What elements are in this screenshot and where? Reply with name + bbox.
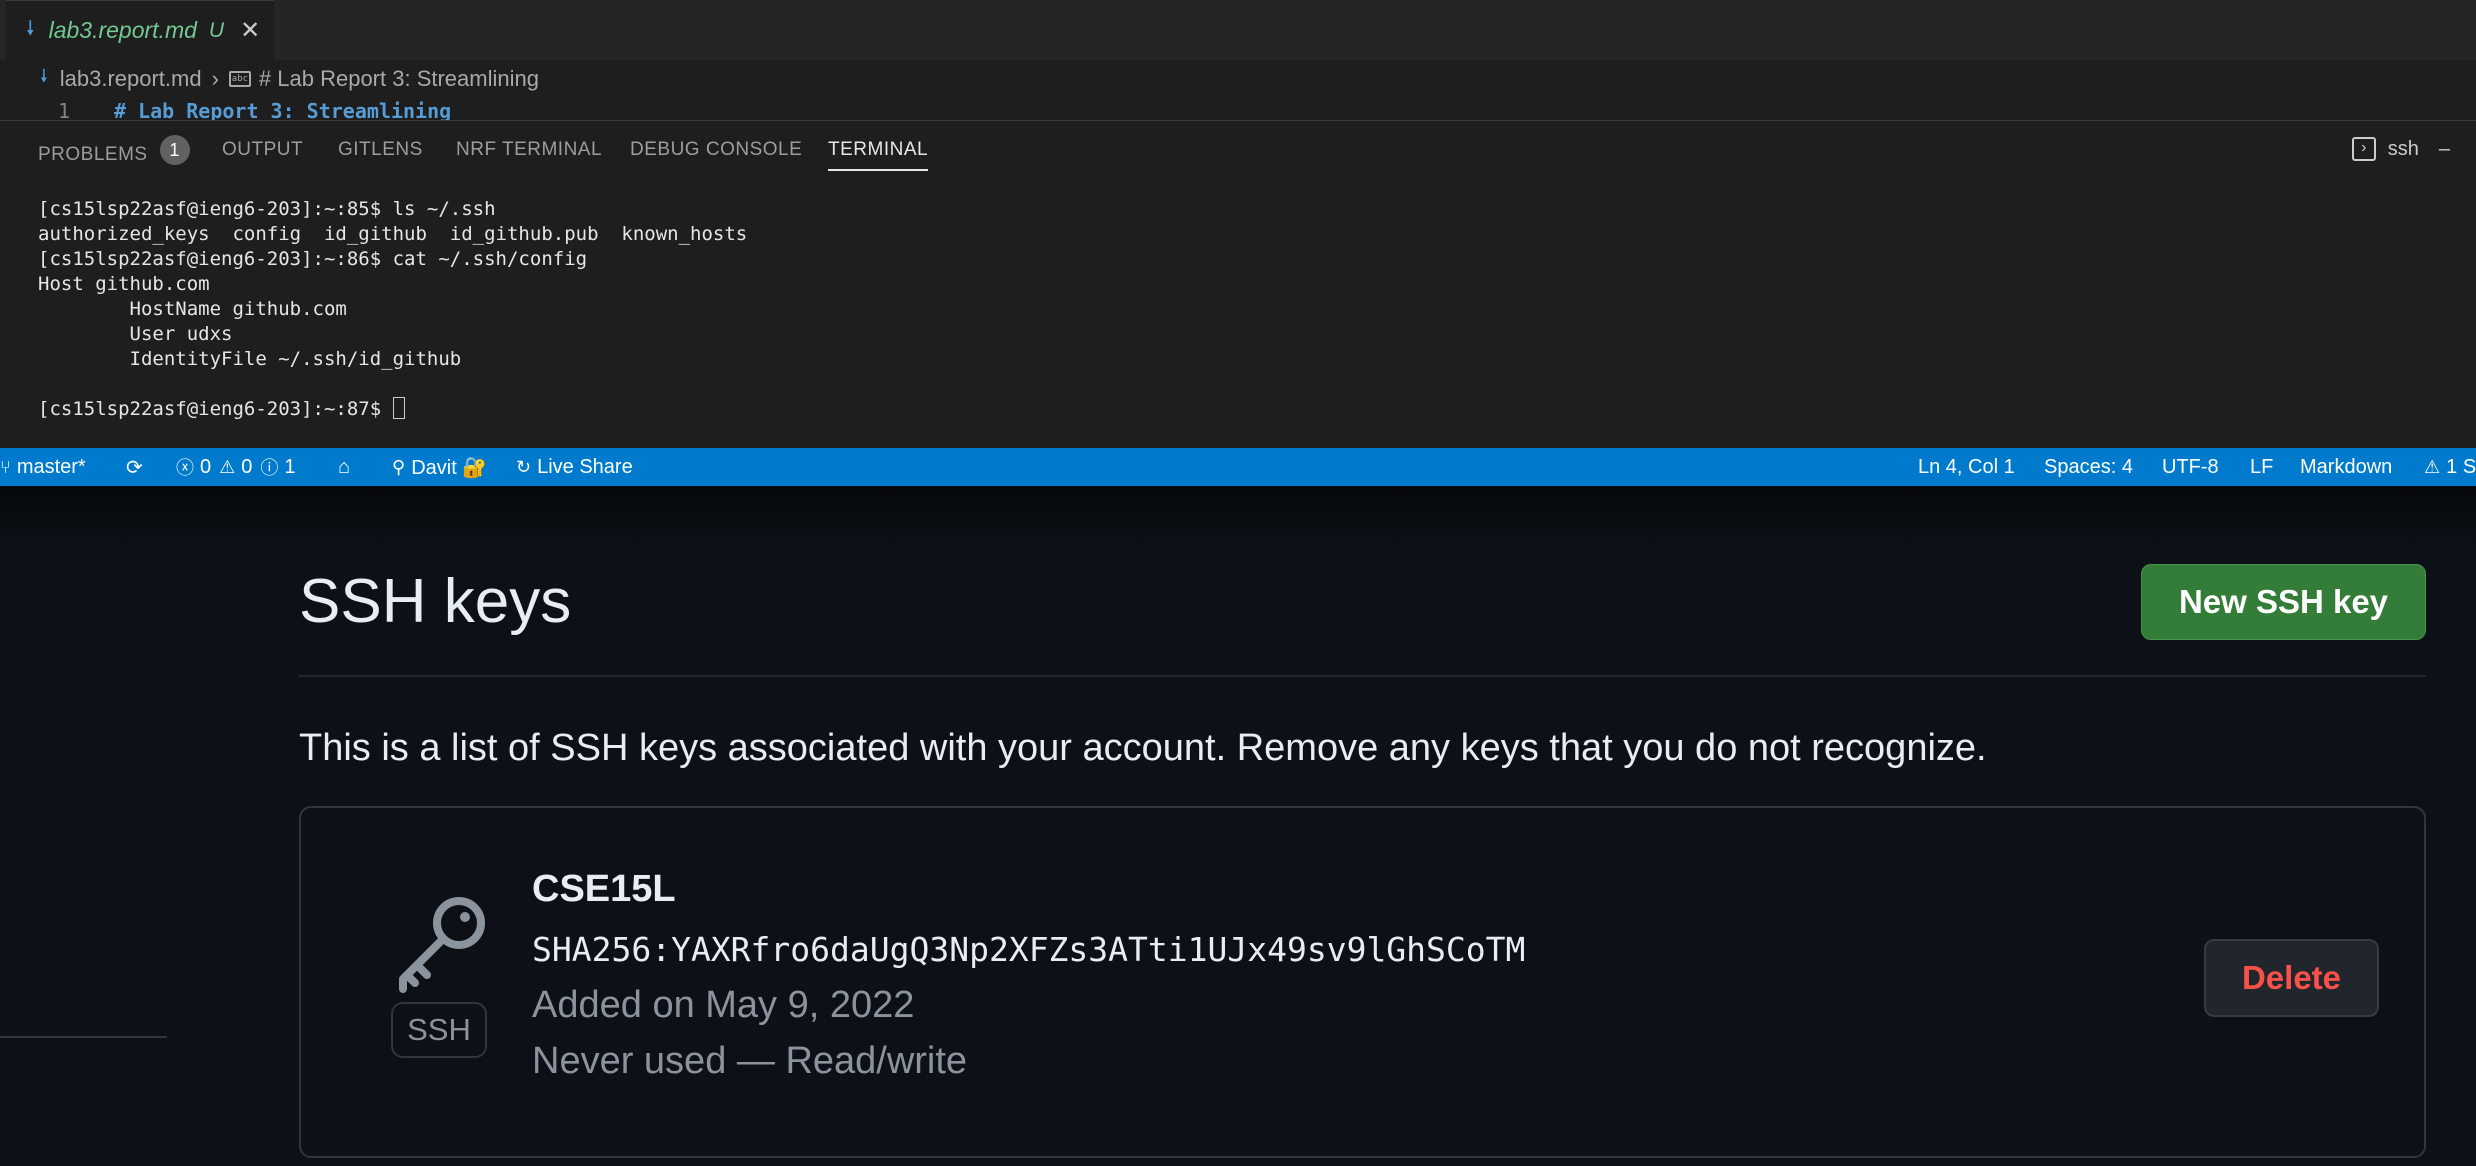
breadcrumb: 🠗 lab3.report.md › abc # Lab Report 3: S… [0, 60, 2476, 98]
end-of-line[interactable]: LF [2250, 448, 2273, 486]
breadcrumb-file[interactable]: lab3.report.md [60, 66, 202, 92]
new-ssh-key-button[interactable]: New SSH key [2141, 564, 2426, 640]
bottom-panel: PROBLEMS 1 OUTPUT GITLENS NRF TERMINAL DE… [0, 120, 2476, 448]
close-icon[interactable]: ✕ [240, 16, 260, 45]
terminal-line: HostName github.com [38, 298, 347, 320]
ssh-key-card: SSH CSE15L SHA256:YAXRfro6daUgQ3Np2XFZs3… [299, 806, 2426, 1158]
home-icon[interactable]: ⌂ [338, 448, 350, 486]
live-share-button[interactable]: ↻ Live Share [516, 448, 633, 486]
terminal-cursor [392, 397, 405, 419]
vscode-window: 🠗 lab3.report.md U ✕ 🠗 lab3.report.md › … [0, 0, 2476, 486]
minus-icon[interactable]: – [2439, 138, 2450, 161]
code-text[interactable]: # Lab Report 3: Streamlining [114, 98, 451, 120]
user-icon: ⚲ [392, 456, 406, 477]
editor-line[interactable]: 1 # Lab Report 3: Streamlining [0, 98, 2476, 120]
editor-tab[interactable]: 🠗 lab3.report.md U ✕ [6, 0, 274, 60]
tab-nrf-terminal[interactable]: NRF TERMINAL [456, 139, 602, 161]
warning-icon: ⚠ [2424, 456, 2441, 477]
terminal-line: IdentityFile ~/.ssh/id_github [38, 348, 462, 370]
indentation[interactable]: Spaces: 4 [2044, 448, 2133, 486]
status-bar: ⑂ master* ⟳ ⓧ 0 ⚠ 0 ⓘ 1 ⌂ ⚲ Davit 🔐 ↻ Live Sha… [0, 448, 2476, 486]
terminal-line: [cs15lsp22asf@ieng6-203]:~:85$ ls ~/.ssh [38, 198, 496, 220]
notification-text: 1 S [2446, 455, 2476, 478]
terminal-selector[interactable]: › ssh – [2351, 137, 2450, 161]
info-icon: ⓘ [260, 458, 279, 478]
page-description: This is a list of SSH keys associated wi… [299, 727, 1987, 769]
untracked-status: U [208, 18, 225, 42]
key-title: CSE15L [532, 868, 676, 910]
git-branch-icon: ⑂ [0, 456, 11, 477]
breadcrumb-symbol[interactable]: # Lab Report 3: Streamlining [259, 66, 539, 92]
terminal-prompt: [cs15lsp22asf@ieng6-203]:~:87$ [38, 398, 393, 420]
warning-count: 0 [241, 455, 253, 478]
tab-output[interactable]: OUTPUT [222, 139, 303, 161]
page-title: SSH keys [299, 567, 572, 636]
account-status[interactable]: ⚲ Davit 🔐 [392, 448, 487, 486]
key-added-date: Added on May 9, 2022 [532, 984, 915, 1026]
error-icon: ⓧ [176, 458, 194, 478]
problems-status[interactable]: ⓧ 0 ⚠ 0 ⓘ 1 [176, 448, 296, 486]
terminal-output[interactable]: [cs15lsp22asf@ieng6-203]:~:85$ ls ~/.ssh… [38, 197, 747, 422]
tab-filename: lab3.report.md [48, 17, 197, 43]
key-fingerprint: SHA256:YAXRfro6daUgQ3Np2XFZs3ATti1UJx49s… [532, 930, 1526, 969]
problems-count-badge: 1 [159, 135, 190, 165]
account-name: Davit 🔐 [411, 456, 488, 479]
github-ssh-keys-page: SSH keys New SSH key This is a list of S… [0, 486, 2476, 1166]
sync-icon[interactable]: ⟳ [126, 448, 143, 486]
terminal-name: ssh [2387, 137, 2419, 160]
live-share-label: Live Share [537, 455, 633, 478]
warning-icon: ⚠ [219, 456, 236, 477]
terminal-line: Host github.com [38, 273, 210, 295]
markdown-file-icon: 🠗 [26, 17, 35, 40]
info-count: 1 [284, 455, 296, 478]
delete-button[interactable]: Delete [2204, 939, 2379, 1017]
sidebar-divider [0, 1036, 167, 1038]
key-type-label: SSH [391, 1002, 487, 1058]
key-icon [399, 897, 485, 993]
language-mode[interactable]: Markdown [2300, 448, 2392, 486]
tab-label: PROBLEMS [38, 144, 148, 165]
tab-gitlens[interactable]: GITLENS [338, 139, 423, 161]
terminal-line: User udxs [38, 323, 233, 345]
live-share-icon: ↻ [516, 456, 532, 477]
line-number: 1 [58, 99, 71, 120]
header-divider [299, 675, 2426, 677]
markdown-file-icon: 🠗 [40, 66, 48, 86]
tab-debug-console[interactable]: DEBUG CONSOLE [630, 139, 802, 161]
branch-name: master* [16, 455, 86, 478]
editor-tab-bar: 🠗 lab3.report.md U ✕ [0, 0, 2476, 60]
terminal-line: [cs15lsp22asf@ieng6-203]:~:86$ cat ~/.ss… [38, 248, 588, 270]
terminal-icon: › [2351, 137, 2376, 161]
encoding[interactable]: UTF-8 [2162, 448, 2219, 486]
notifications-status[interactable]: ⚠ 1 S [2424, 448, 2476, 486]
tab-terminal[interactable]: TERMINAL [828, 139, 929, 171]
error-count: 0 [200, 455, 212, 478]
branch-status[interactable]: ⑂ master* [0, 448, 86, 486]
cursor-position[interactable]: Ln 4, Col 1 [1918, 448, 2015, 486]
key-usage: Never used — Read/write [532, 1040, 968, 1082]
chevron-right-icon: › [211, 66, 219, 91]
panel-tabs: PROBLEMS 1 OUTPUT GITLENS NRF TERMINAL DE… [0, 121, 2476, 179]
tab-problems[interactable]: PROBLEMS 1 [38, 135, 190, 169]
terminal-prompt-line: [cs15lsp22asf@ieng6-203]:~:87$ [38, 397, 747, 422]
terminal-line: authorized_keys config id_github id_gith… [38, 223, 748, 245]
string-symbol-icon: abc [228, 71, 251, 87]
